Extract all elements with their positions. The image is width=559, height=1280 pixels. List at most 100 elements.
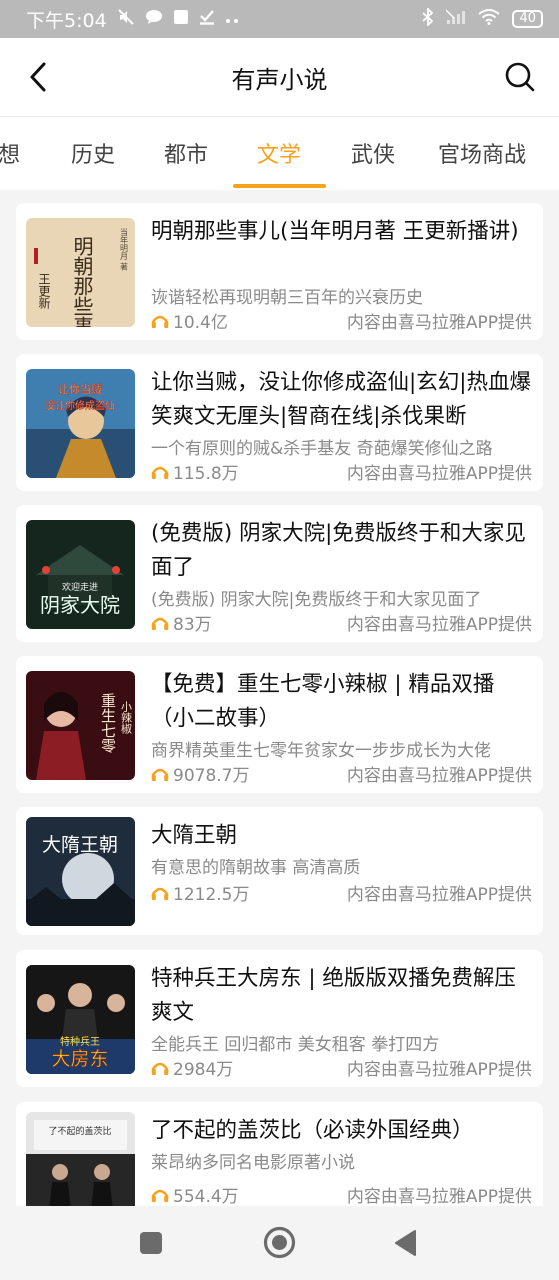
item-title: 特种兵王大房东 | 绝版版双播免费解压爽文 [151, 966, 516, 1025]
item-title: 了不起的盖茨比（必读外国经典） [151, 1118, 474, 1143]
provider-note: 内容由喜马拉雅APP提供 [346, 464, 532, 484]
list-item[interactable]: 重生七零 小辣椒 【免费】重生七零小辣椒 | 精品双播（小二故事） 商界精英重生… [16, 656, 543, 793]
cover-image: 欢迎走进 阴家大院 [26, 520, 135, 629]
cover-title: 明朝那些事儿 [70, 236, 94, 327]
tab-literature[interactable]: 文学 [257, 137, 301, 169]
download-done-icon [199, 9, 215, 29]
cover-small: 欢迎走进 [62, 581, 98, 593]
headphones-icon [151, 315, 169, 328]
item-title: 【免费】重生七零小辣椒 | 精品双播（小二故事） [151, 672, 495, 731]
cover-title: 阴家大院 [40, 593, 120, 617]
system-navigation-bar [0, 1206, 559, 1280]
cover-title: 没让你修成盗仙 [45, 399, 115, 412]
provider-note: 内容由喜马拉雅APP提供 [346, 313, 532, 333]
provider-note: 内容由喜马拉雅APP提供 [346, 1060, 532, 1080]
provider-note: 内容由喜马拉雅APP提供 [346, 1187, 532, 1206]
item-subtitle: 有意思的隋朝故事 高清高质 [151, 858, 361, 878]
cover-image: 特种兵王 大房东 [26, 965, 135, 1074]
provider-note: 内容由喜马拉雅APP提供 [346, 766, 532, 786]
list-item[interactable]: 了不起的盖茨比 了不起的盖茨比（必读外国经典） 莱昂纳多同名电影原著小说 554… [16, 1102, 543, 1206]
play-count-value: 2984万 [173, 1060, 234, 1080]
signal-icon [445, 9, 466, 29]
item-subtitle: (免费版) 阴家大院|免费版终于和大家见面了 [151, 590, 482, 610]
square-icon [140, 1232, 162, 1254]
cover-author: 王更新 [37, 273, 51, 309]
home-button[interactable] [263, 1226, 296, 1259]
circle-home-icon [263, 1226, 296, 1259]
cover-small: 特种兵王 [60, 1035, 100, 1048]
cover-small: 让你当贼 [58, 382, 102, 396]
cover-image: 重生七零 小辣椒 [26, 671, 135, 780]
list-item[interactable]: 大隋王朝 大隋王朝 有意思的隋朝故事 高清高质 1212.5万 内容由喜马拉雅A… [16, 807, 543, 935]
system-back-button[interactable] [393, 1229, 417, 1257]
play-count: 83万 [151, 610, 212, 635]
cover-title: 了不起的盖茨比 [48, 1125, 111, 1137]
cover-title: 大房东 [51, 1048, 108, 1070]
chevron-left-icon [30, 62, 46, 92]
item-title: 让你当贼，没让你修成盗仙|玄幻|热血爆笑爽文无厘头|智商在线|杀伐果断 [151, 370, 531, 429]
list-item[interactable]: 让你当贼 没让你修成盗仙 让你当贼，没让你修成盗仙|玄幻|热血爆笑爽文无厘头|智… [16, 354, 543, 491]
status-bar: 下午5:04 40 [0, 0, 559, 38]
play-count: 9078.7万 [151, 761, 249, 786]
app-notification-icon [173, 9, 189, 29]
tab-history[interactable]: 历史 [71, 137, 115, 169]
mute-icon [117, 8, 135, 30]
more-notifications-icon [225, 10, 241, 28]
status-time: 下午5:04 [26, 9, 107, 32]
search-button[interactable] [503, 60, 537, 94]
cover-small: 当年明月 著 [120, 227, 129, 272]
item-subtitle: 莱昂纳多同名电影原著小说 [151, 1153, 355, 1173]
item-title: (免费版) 阴家大院|免费版终于和大家见面了 [151, 521, 526, 580]
play-count: 10.4亿 [151, 308, 228, 333]
search-icon [505, 62, 535, 92]
tab-urban[interactable]: 都市 [164, 137, 208, 169]
cover-image: 明朝那些事儿 当年明月 著 王更新 [26, 218, 135, 327]
play-count: 554.4万 [151, 1182, 239, 1206]
item-subtitle: 一个有原则的贼&杀手基友 奇葩爆笑修仙之路 [151, 439, 493, 459]
cover-image: 大隋王朝 [26, 817, 135, 926]
recents-button[interactable] [139, 1231, 163, 1255]
chat-icon [145, 9, 163, 29]
provider-note: 内容由喜马拉雅APP提供 [346, 615, 532, 635]
cover-title: 重生七零 [99, 693, 117, 753]
tab-fantasy[interactable]: 想 [0, 137, 20, 169]
provider-note: 内容由喜马拉雅APP提供 [346, 885, 532, 905]
headphones-icon [151, 887, 169, 900]
item-title: 大隋王朝 [151, 823, 238, 848]
cover-image: 了不起的盖茨比 [26, 1112, 135, 1206]
play-count-value: 554.4万 [173, 1187, 239, 1206]
list-item[interactable]: 特种兵王 大房东 特种兵王大房东 | 绝版版双播免费解压爽文 全能兵王 回归都市… [16, 950, 543, 1087]
headphones-icon [151, 617, 169, 630]
play-count-value: 9078.7万 [173, 766, 250, 786]
item-subtitle: 商界精英重生七零年贫家女一步步成长为大佬 [151, 741, 491, 761]
headphones-icon [151, 1189, 169, 1202]
tab-officialdom[interactable]: 官场商战 [438, 137, 526, 169]
bluetooth-icon [422, 6, 434, 30]
play-count-value: 83万 [173, 615, 212, 635]
battery-indicator: 40 [512, 10, 543, 28]
play-count-value: 10.4亿 [173, 313, 228, 333]
headphones-icon [151, 1062, 169, 1075]
play-count: 2984万 [151, 1055, 233, 1080]
headphones-icon [151, 466, 169, 479]
top-navbar: 有声小说 [0, 38, 559, 116]
audiobook-list[interactable]: 明朝那些事儿 当年明月 著 王更新 明朝那些事儿(当年明月著 王更新播讲) 诙谐… [0, 190, 559, 1206]
item-title: 明朝那些事儿(当年明月著 王更新播讲) [151, 219, 519, 244]
back-button[interactable] [22, 60, 56, 94]
category-tabs: 想 历史 都市 文学 武侠 官场商战 [0, 116, 559, 190]
list-item[interactable]: 明朝那些事儿 当年明月 著 王更新 明朝那些事儿(当年明月著 王更新播讲) 诙谐… [16, 203, 543, 340]
play-count: 1212.5万 [151, 880, 249, 905]
wifi-icon [478, 9, 501, 29]
tab-wuxia[interactable]: 武侠 [351, 137, 395, 169]
cover-image: 让你当贼 没让你修成盗仙 [26, 369, 135, 478]
list-item[interactable]: 欢迎走进 阴家大院 (免费版) 阴家大院|免费版终于和大家见面了 (免费版) 阴… [16, 505, 543, 642]
item-subtitle: 全能兵王 回归都市 美女租客 拳打四方 [151, 1035, 440, 1055]
play-count-value: 1212.5万 [173, 885, 250, 905]
play-count: 115.8万 [151, 459, 239, 484]
triangle-back-icon [395, 1230, 416, 1256]
page-title: 有声小说 [231, 65, 328, 94]
active-tab-indicator [233, 184, 326, 188]
item-subtitle: 诙谐轻松再现明朝三百年的兴衰历史 [151, 288, 423, 308]
play-count-value: 115.8万 [173, 464, 239, 484]
headphones-icon [151, 768, 169, 781]
